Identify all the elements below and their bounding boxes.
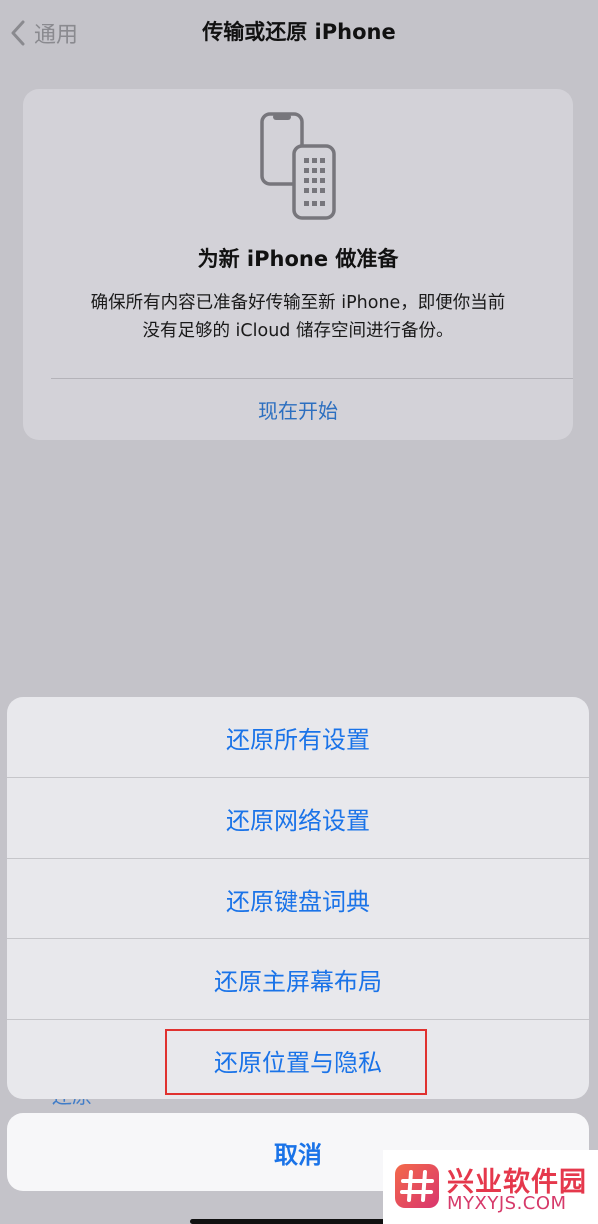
reset-keyboard-dictionary-button[interactable]: 还原键盘词典 xyxy=(7,859,589,939)
hash-logo-icon xyxy=(395,1164,439,1208)
action-sheet: 还原所有设置 还原网络设置 还原键盘词典 还原主屏幕布局 还原位置与隐私 xyxy=(7,697,589,1099)
card-description-line: 没有足够的 iCloud 储存空间进行备份。 xyxy=(142,321,454,341)
card-description-line: 确保所有内容已准备好传输至新 iPhone，即便你当前 xyxy=(90,293,506,313)
watermark-url: MYXYJS.COM xyxy=(447,1193,567,1214)
screen: 通用 传输或还原 iPhone 为新 iPhone 做准备 确保所有内容已准备好… xyxy=(0,0,598,1224)
reset-home-screen-layout-button[interactable]: 还原主屏幕布局 xyxy=(7,939,589,1019)
reset-network-settings-button[interactable]: 还原网络设置 xyxy=(7,778,589,858)
highlight-box xyxy=(165,1029,427,1095)
home-indicator xyxy=(190,1219,400,1224)
start-now-button[interactable]: 现在开始 xyxy=(23,395,573,424)
prepare-new-iphone-card: 为新 iPhone 做准备 确保所有内容已准备好传输至新 iPhone，即便你当… xyxy=(23,89,573,440)
transfer-phones-icon xyxy=(260,112,336,220)
navigation-bar: 通用 传输或还原 iPhone xyxy=(0,0,598,66)
card-description: 确保所有内容已准备好传输至新 iPhone，即便你当前 没有足够的 iCloud… xyxy=(53,289,543,345)
page-title: 传输或还原 iPhone xyxy=(202,20,396,44)
reset-all-settings-button[interactable]: 还原所有设置 xyxy=(7,697,589,777)
card-divider xyxy=(51,378,573,379)
watermark: 兴业软件园 MYXYJS.COM xyxy=(383,1150,598,1224)
card-title: 为新 iPhone 做准备 xyxy=(197,247,399,271)
